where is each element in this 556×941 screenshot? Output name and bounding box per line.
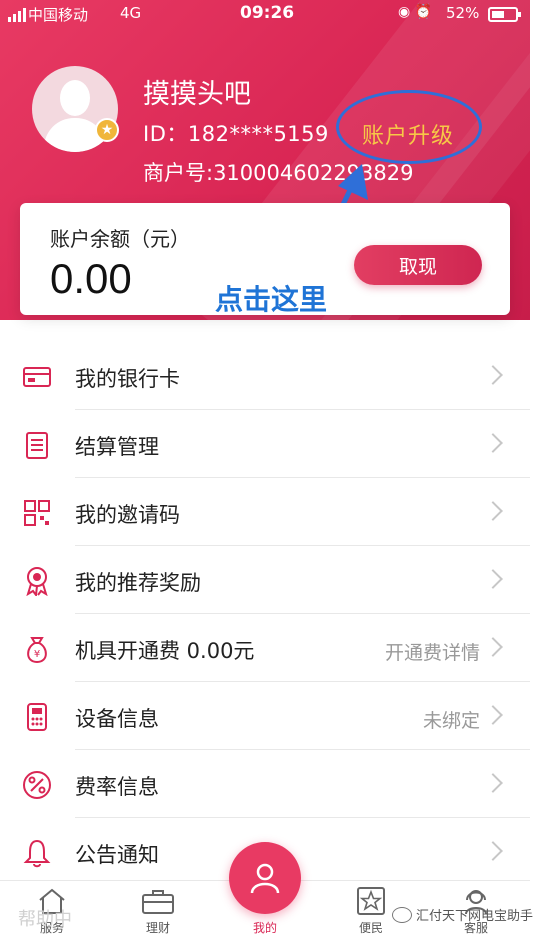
menu-item-hint: 开通费详情 [384,642,480,664]
document-list-icon [22,430,52,460]
annotation-text: 点击这里 [215,283,328,316]
menu-item-label: 我的银行卡 [75,367,180,391]
menu-item-referral-reward[interactable]: 我的推荐奖励 [0,546,530,614]
watermark: 汇付天下网电宝助手 [392,905,533,924]
pos-device-icon [22,702,52,732]
menu-item-label: 机具开通费 0.00元 [75,639,255,663]
chevron-right-icon [483,841,503,861]
network-type: 4G [120,4,142,22]
menu-item-label: 公告通知 [75,843,159,867]
bank-card-icon [22,362,52,392]
chevron-right-icon [483,365,503,385]
clock: 09:26 [240,3,295,23]
menu-item-rate-info[interactable]: 费率信息 [0,750,530,818]
tab-label: 我的 [252,921,277,935]
chevron-right-icon [483,569,503,589]
chevron-right-icon [483,433,503,453]
user-id: ID：182****5159 [143,122,329,146]
tab-finance[interactable]: 理财 [128,885,188,939]
chevron-right-icon [483,637,503,657]
menu-item-activation-fee[interactable]: ¥ 机具开通费 0.00元 开通费详情 [0,614,530,682]
watermark-text: 汇付天下网电宝助手 [416,909,534,924]
battery-icon [488,7,521,22]
qr-code-icon [22,498,52,528]
menu-item-label: 我的推荐奖励 [75,571,201,595]
withdraw-button[interactable]: 取现 [354,245,482,285]
annotation-circle [336,90,482,164]
vip-badge-icon: ★ [95,118,119,142]
tab-label: 理财 [145,921,170,935]
menu-list: 我的银行卡 结算管理 我的邀请码 我的推荐奖励 ¥ 机具开通费 0.00元 开通… [0,342,530,886]
menu-item-hint: 未绑定 [422,710,480,732]
balance-amount: 0.00 [50,255,132,302]
menu-item-label: 结算管理 [75,435,159,459]
menu-item-label: 费率信息 [75,775,159,799]
chevron-right-icon [483,705,503,725]
briefcase-icon [128,885,188,917]
award-medal-icon [22,566,52,596]
status-bar: 中国移动 4G 09:26 ◉ ⏰ 52% [0,0,530,28]
battery-percent: 52% [446,4,480,22]
balance-label: 账户余额（元） [50,227,190,251]
menu-item-device-info[interactable]: 设备信息 未绑定 [0,682,530,750]
percent-icon [22,770,52,800]
user-icon [250,863,280,894]
alarm-icon: ◉ ⏰ [398,4,433,20]
chevron-right-icon [483,773,503,793]
menu-item-settlement[interactable]: 结算管理 [0,410,530,478]
chevron-right-icon [483,501,503,521]
signal-icon [8,8,26,22]
menu-item-bank-card[interactable]: 我的银行卡 [0,342,530,410]
money-bag-icon: ¥ [22,634,52,664]
svg-text:¥: ¥ [34,649,40,660]
center-profile-button[interactable] [229,842,301,914]
menu-item-label: 我的邀请码 [75,503,180,527]
menu-item-label: 设备信息 [75,707,159,731]
wechat-logo-icon [392,906,412,923]
faded-help-text: 帮助中 [18,909,72,930]
bell-icon [22,838,52,868]
username: 摸摸头吧 [143,79,251,110]
menu-item-invite-code[interactable]: 我的邀请码 [0,478,530,546]
carrier-name: 中国移动 [28,6,89,24]
